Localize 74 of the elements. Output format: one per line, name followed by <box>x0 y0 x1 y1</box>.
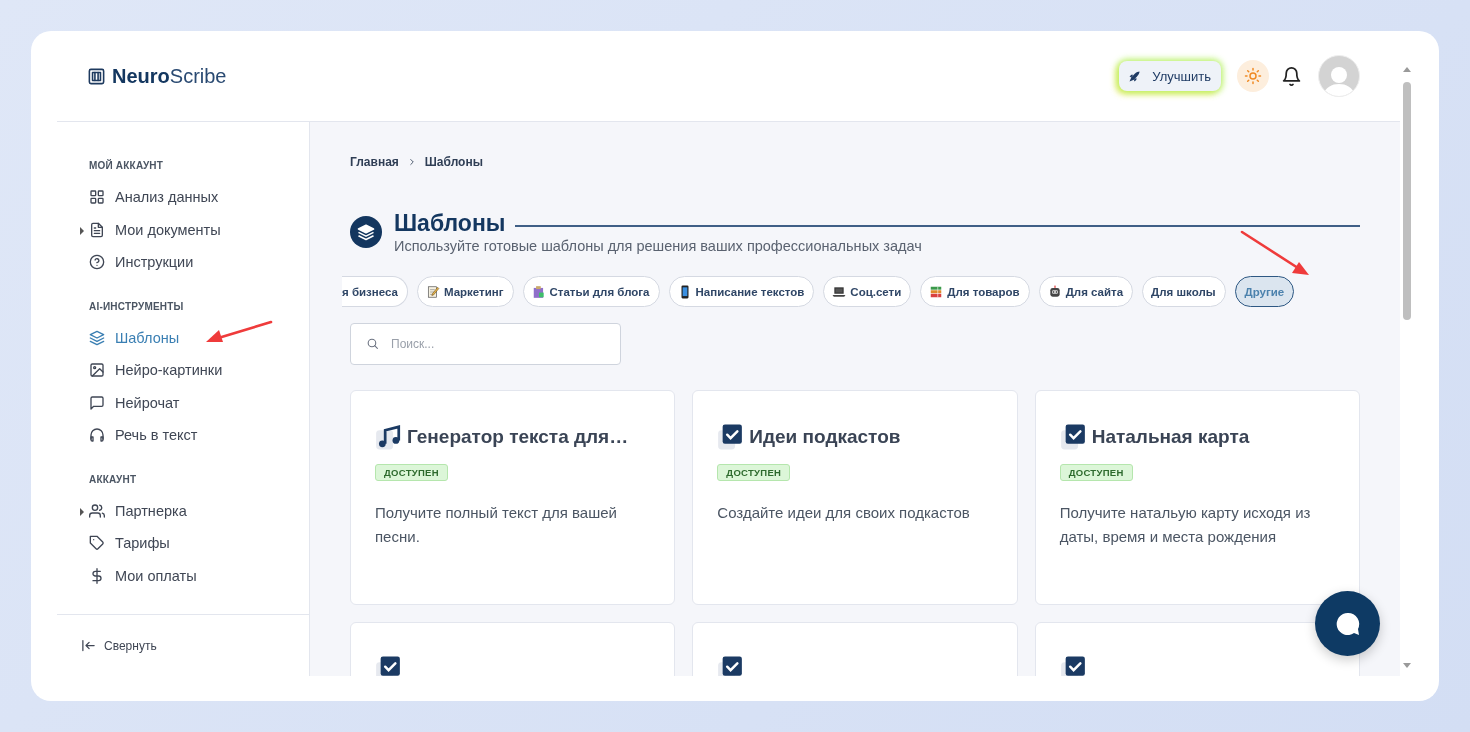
page-subtitle: Используйте готовые шаблоны для решения ваших профессиональных задач <box>394 238 923 254</box>
category-chip[interactable]: Статьи для блога <box>522 276 660 307</box>
status-badge: ДОСТУПЕН <box>1059 464 1133 481</box>
layers-icon <box>89 329 105 346</box>
sidebar-item[interactable]: Мои оплаты <box>89 559 197 592</box>
music-note-icon <box>375 423 401 451</box>
chat-icon <box>89 394 105 411</box>
section-heading: AI-ИНСТРУМЕНТЫ <box>89 300 184 312</box>
sidebar-item[interactable]: Тарифы <box>89 527 170 560</box>
checkbox-icon <box>1059 423 1086 451</box>
status-badge: ДОСТУПЕН <box>717 464 791 481</box>
sidebar-item[interactable]: Партнерка <box>89 494 187 527</box>
notifications-button[interactable] <box>1281 65 1302 87</box>
sidebar-item[interactable]: Мои документы <box>89 213 221 246</box>
theme-toggle-button[interactable] <box>1237 60 1269 92</box>
templates-badge-icon <box>350 216 382 248</box>
sidebar-item[interactable]: Анализ данных <box>89 181 219 214</box>
search-field[interactable]: Поиск... <box>350 323 621 365</box>
sidebar-item[interactable]: Нейро-картинки <box>89 354 223 387</box>
template-title: Генератор текста для… <box>407 426 629 448</box>
robot-icon <box>1047 284 1062 299</box>
category-chip[interactable]: Для сайта <box>1038 276 1134 307</box>
sidebar-item[interactable]: Нейрочат <box>89 386 180 419</box>
template-title: Натальная карта <box>1091 426 1250 448</box>
breadcrumb-current: Шаблоны <box>424 155 483 169</box>
document-icon <box>89 221 105 238</box>
breadcrumb-link[interactable]: Главная <box>350 155 399 169</box>
logo-icon <box>87 66 106 86</box>
grid-icon <box>89 189 105 206</box>
category-chip[interactable]: Соц.сети <box>823 276 912 307</box>
sidebar-item[interactable]: Речь в текст <box>89 419 198 452</box>
template-card[interactable]: Генератор текста для… ДОСТУПЕН Получите полный текст для вашей песни. <box>350 390 676 605</box>
notepad-icon <box>425 284 440 299</box>
sidebar-item[interactable]: Инструкции <box>89 246 194 279</box>
users-icon <box>89 502 105 519</box>
section-heading: АККАУНТ <box>89 473 137 485</box>
laptop-icon <box>832 284 847 299</box>
collapse-button[interactable]: Свернуть <box>81 638 157 653</box>
category-chip[interactable]: Для товаров <box>920 276 1030 307</box>
template-description: Получите натальую карту исходя из даты, время и места рождения <box>1059 503 1312 547</box>
template-description: Создайте идеи для своих подкастов <box>717 503 971 523</box>
tag-icon <box>89 535 105 552</box>
checkbox-icon <box>1059 655 1086 676</box>
category-chip[interactable]: Написание текстов <box>668 276 815 307</box>
bell-icon <box>1281 65 1302 87</box>
headphones-icon <box>89 427 105 444</box>
scrollbar-thumb[interactable] <box>1403 82 1411 320</box>
scroll-up-icon[interactable] <box>1403 67 1411 72</box>
books-icon <box>929 284 944 299</box>
clipboard-icon <box>531 284 546 299</box>
sidebar-item[interactable]: Шаблоны <box>89 321 180 354</box>
help-icon <box>89 254 105 271</box>
category-chip[interactable]: Маркетинг <box>416 276 514 307</box>
scroll-down-icon[interactable] <box>1403 663 1411 668</box>
page-title: Шаблоны <box>394 210 506 237</box>
category-chip[interactable]: Для школы <box>1142 276 1226 307</box>
collapse-arrow-icon <box>81 638 96 653</box>
image-icon <box>89 362 105 379</box>
checkbox-icon <box>375 655 401 676</box>
search-icon <box>366 337 379 350</box>
template-card[interactable]: Идеи подкастов ДОСТУПЕН Создайте идеи для своих подкастов <box>692 390 1018 605</box>
section-heading: МОЙ АККАУНТ <box>89 160 164 171</box>
category-chip[interactable]: я бизнеса <box>342 276 408 307</box>
checkbox-icon <box>717 655 744 676</box>
sun-icon <box>1244 67 1262 85</box>
avatar[interactable] <box>1318 55 1360 97</box>
upgrade-button[interactable]: Улучшить <box>1119 61 1221 91</box>
dollar-icon <box>89 567 105 584</box>
app-logo[interactable]: NeuroScribe <box>112 64 227 88</box>
status-badge: ДОСТУПЕН <box>375 464 448 481</box>
checkbox-icon <box>717 423 744 451</box>
template-card[interactable]: Натальная карта ДОСТУПЕН Получите натальую карту исходя из даты, время и места рождения <box>1034 390 1360 605</box>
template-description: Получите полный текст для вашей песни. <box>375 503 618 547</box>
template-title: Идеи подкастов <box>749 426 901 448</box>
